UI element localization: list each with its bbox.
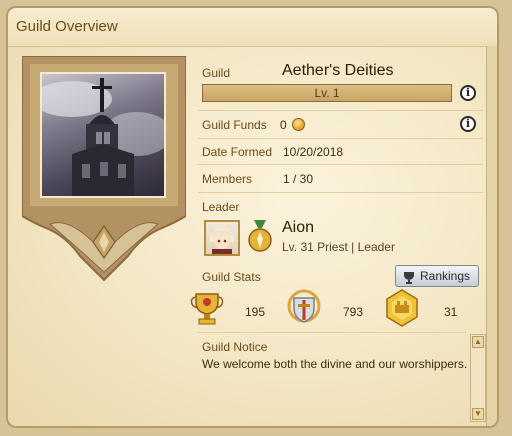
- guild-notice-text: We welcome both the divine and our worsh…: [202, 357, 468, 371]
- stat-value-crest: 31: [444, 305, 458, 319]
- scroll-up-arrow-icon[interactable]: ▲: [472, 336, 484, 348]
- guild-funds-label: Guild Funds: [202, 118, 267, 132]
- stat-value-trophy: 195: [245, 305, 266, 319]
- leader-rank-badge-icon: [248, 220, 272, 254]
- leader-avatar[interactable]: [204, 220, 240, 256]
- divider: [198, 332, 466, 333]
- guild-coin-icon: [292, 118, 305, 131]
- divider: [198, 192, 483, 193]
- panel-header: Guild Overview: [8, 8, 497, 47]
- divider: [198, 138, 483, 139]
- sword-shield-icon: [286, 288, 322, 328]
- scroll-down-arrow-icon[interactable]: ▼: [472, 408, 484, 420]
- divider: [198, 110, 483, 111]
- level-info-icon[interactable]: i: [460, 85, 476, 101]
- panel-title: Guild Overview: [16, 18, 118, 35]
- guild-funds-value: 0: [280, 118, 287, 132]
- guild-name: Aether's Deities: [282, 62, 394, 79]
- leader-label: Leader: [202, 200, 240, 214]
- rankings-button-label: Rankings: [420, 269, 471, 283]
- guild-crest-icon: [384, 288, 420, 328]
- trophy-icon: [190, 290, 224, 326]
- date-formed-label: Date Formed: [202, 145, 273, 159]
- game-window: Guild Overview Guild Aether's Deities Lv…: [0, 0, 512, 436]
- divider: [198, 164, 483, 165]
- guild-stats-label: Guild Stats: [202, 270, 261, 284]
- members-label: Members: [202, 172, 253, 186]
- guild-name-label: Guild: [202, 66, 231, 80]
- funds-info-icon[interactable]: i: [460, 116, 476, 132]
- leader-name: Aion: [282, 219, 315, 236]
- members-value: 1 / 30: [283, 172, 314, 186]
- stat-value-sword: 793: [343, 305, 364, 319]
- leader-details: Lv. 31 Priest | Leader: [282, 240, 395, 254]
- guild-level-bar: Lv. 1: [202, 84, 452, 102]
- guild-banner: [22, 56, 186, 284]
- guild-notice-label: Guild Notice: [202, 340, 268, 354]
- rankings-button[interactable]: Rankings: [395, 265, 479, 287]
- trophy-small-icon: [402, 270, 416, 290]
- panel-scrollbar[interactable]: [486, 46, 497, 426]
- date-formed-value: 10/20/2018: [283, 145, 344, 159]
- guild-emblem-image: [40, 72, 166, 198]
- notice-scrollbar[interactable]: ▲ ▼: [470, 334, 486, 422]
